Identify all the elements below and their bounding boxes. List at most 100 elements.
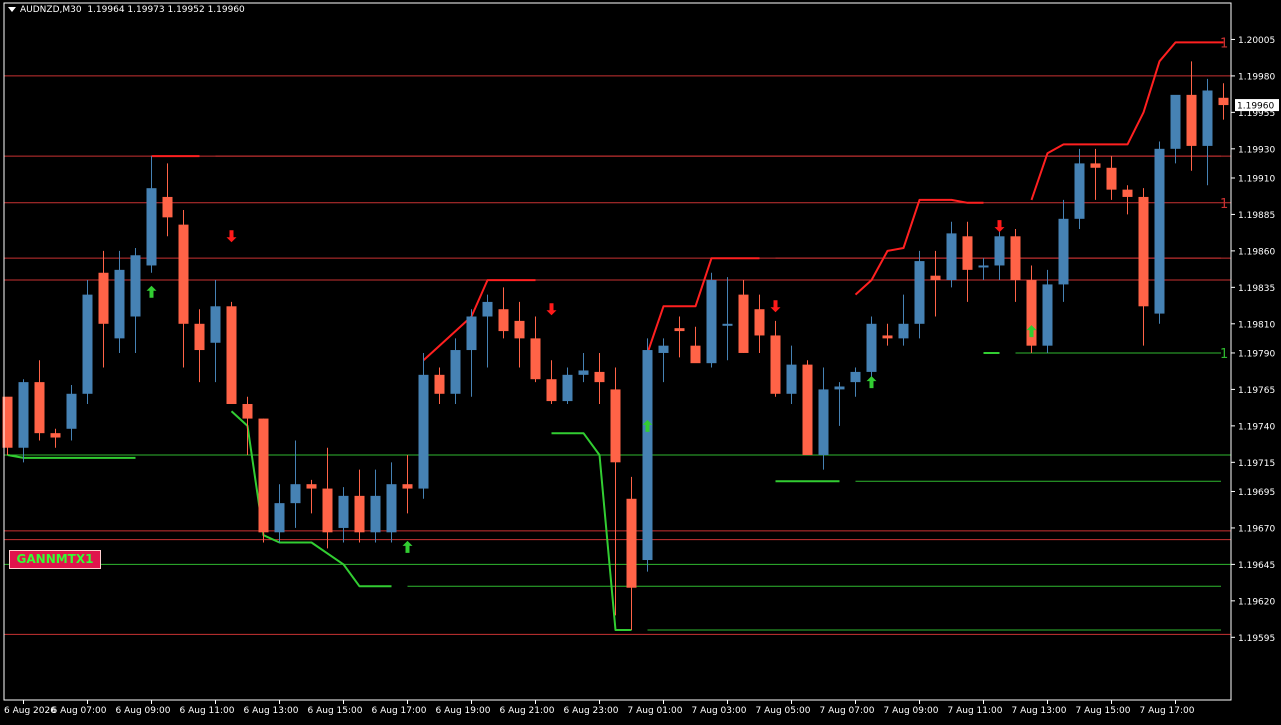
y-tick-label: 1.19620	[1238, 597, 1275, 607]
candle	[578, 352, 589, 383]
candle	[1186, 61, 1197, 171]
candle	[226, 301, 237, 404]
arrow-down-icon	[770, 300, 781, 313]
candle-body	[754, 309, 765, 336]
candle	[882, 323, 893, 346]
candle-body	[178, 224, 189, 324]
candle	[338, 487, 349, 543]
candle-body	[930, 275, 941, 281]
x-tick-label: 6 Aug 19:00	[436, 706, 491, 716]
candle	[754, 294, 765, 353]
candle	[322, 447, 333, 549]
candle	[1058, 199, 1069, 302]
dropdown-triangle-icon[interactable]	[8, 7, 16, 12]
candle-body	[802, 364, 813, 456]
candle	[370, 469, 381, 543]
candle-body	[34, 382, 45, 434]
y-tick-label: 1.19885	[1238, 211, 1275, 221]
candle-body	[114, 269, 125, 339]
candle-body	[1074, 163, 1085, 219]
candle	[498, 287, 509, 339]
candle	[994, 229, 1005, 281]
x-tick-label: 6 Aug 07:00	[52, 706, 107, 716]
candle-body	[706, 280, 717, 364]
candle-body	[1202, 90, 1213, 146]
candle	[178, 210, 189, 368]
candle-body	[258, 418, 269, 533]
candle-body	[898, 323, 909, 339]
x-tick-label: 6 Aug 17:00	[372, 706, 427, 716]
price-chart[interactable]: 1 1 1 1.20005 1.19980 1.19955 1.19930 1.19910 1.…	[0, 0, 1281, 721]
y-tick-label: 1.19790	[1238, 349, 1275, 359]
candle-body	[1106, 167, 1117, 190]
plot-frame	[3, 2, 1232, 701]
candle-body	[850, 371, 861, 383]
candle	[690, 326, 701, 364]
arrow-up-icon	[866, 376, 877, 389]
candle-body	[882, 335, 893, 339]
candle	[610, 367, 621, 616]
candle	[738, 280, 749, 353]
candle	[642, 338, 653, 572]
candles	[2, 61, 1229, 631]
candle	[450, 338, 461, 404]
candle-body	[498, 309, 509, 332]
candle	[786, 345, 797, 404]
candle-body	[866, 323, 877, 372]
candle-body	[1186, 94, 1197, 146]
candle	[274, 484, 285, 543]
candle	[258, 418, 269, 543]
candle	[1074, 148, 1085, 230]
candle-body	[354, 495, 365, 533]
candle-body	[386, 484, 397, 533]
candle-body	[146, 188, 157, 266]
candle	[66, 385, 77, 441]
candle-body	[642, 350, 653, 561]
candle-body	[1122, 189, 1133, 197]
candle-body	[338, 495, 349, 528]
candle-body	[434, 374, 445, 394]
indicator-badge[interactable]: GANNMTX1	[9, 550, 101, 569]
candle-body	[306, 484, 317, 489]
x-tick-label: 7 Aug 11:00	[948, 706, 1003, 716]
candle	[98, 250, 109, 368]
chart-canvas[interactable]: 1111.200051.199801.199551.199301.199101.…	[0, 0, 1281, 721]
candle-body	[1010, 236, 1021, 281]
candle-body	[994, 236, 1005, 266]
x-tick-label: 7 Aug 15:00	[1076, 706, 1131, 716]
y-tick-label: 1.19910	[1238, 174, 1275, 184]
arrow-down-icon	[226, 230, 237, 243]
x-tick-label: 6 Aug 09:00	[116, 706, 171, 716]
candle	[386, 462, 397, 543]
y-tick-label: 1.19740	[1238, 422, 1275, 432]
y-tick-label: 1.19860	[1238, 247, 1275, 257]
candle	[930, 250, 941, 317]
candle	[1154, 141, 1165, 324]
candle-body	[514, 320, 525, 339]
candle-body	[946, 233, 957, 281]
candle	[194, 309, 205, 383]
candle-body	[594, 371, 605, 383]
y-tick-label: 1.19715	[1238, 459, 1275, 469]
candle-body	[322, 488, 333, 533]
candle	[1122, 185, 1133, 215]
chart-symbol-title: AUDNZD,M30 1.19964 1.19973 1.19952 1.199…	[8, 5, 245, 15]
candle	[514, 301, 525, 368]
candle-body	[786, 364, 797, 394]
candle-body	[482, 301, 493, 317]
candle	[418, 352, 429, 499]
candle-body	[194, 323, 205, 351]
candle	[50, 428, 61, 448]
price-axis: 1111.200051.199801.199551.199301.199101.…	[3, 2, 1279, 701]
candle	[130, 247, 141, 353]
candle	[866, 316, 877, 383]
candle	[1042, 269, 1053, 353]
candle-body	[418, 374, 429, 489]
x-tick-label: 7 Aug 17:00	[1140, 706, 1195, 716]
candle	[1202, 78, 1213, 186]
candle-body	[1170, 94, 1181, 149]
candle-body	[242, 403, 253, 419]
level-label: 1	[1220, 347, 1228, 362]
candle	[1138, 188, 1149, 346]
candle	[482, 294, 493, 368]
